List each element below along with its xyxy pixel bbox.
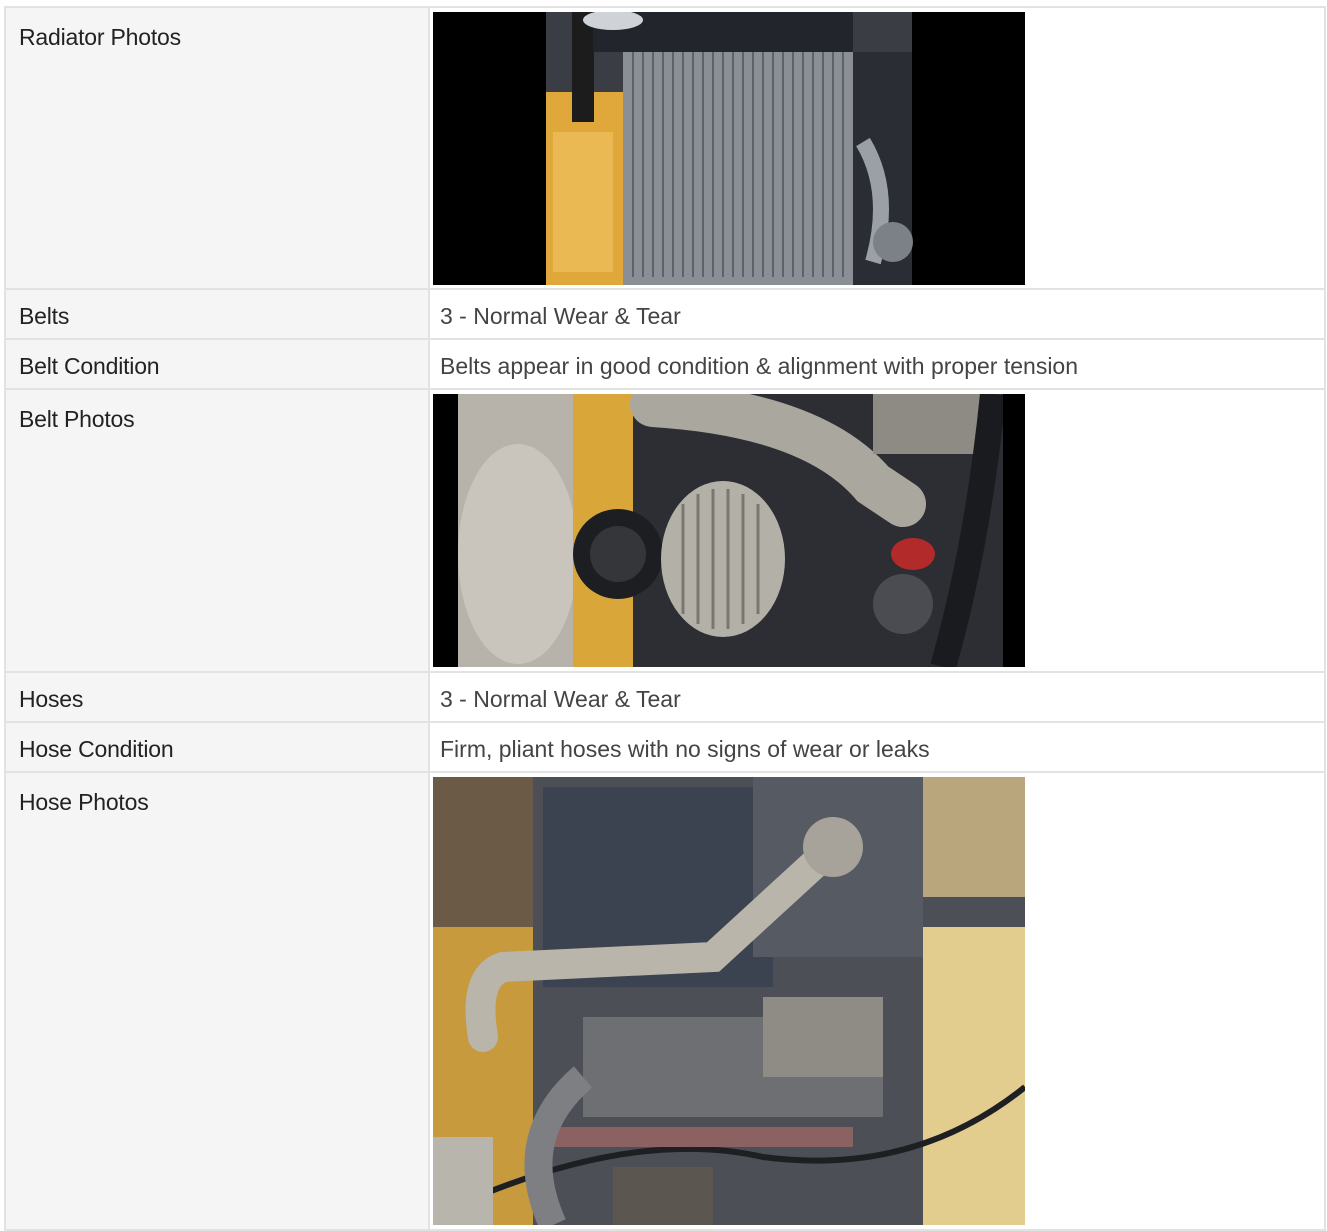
belt-photos-label: Belt Photos — [4, 388, 430, 673]
belts-value: 3 - Normal Wear & Tear — [428, 288, 1326, 340]
radiator-photos-cell — [428, 6, 1326, 290]
belt-photo[interactable] — [433, 394, 1025, 667]
radiator-photos-label: Radiator Photos — [4, 6, 430, 290]
radiator-photo[interactable] — [433, 12, 1025, 285]
belt-condition-label: Belt Condition — [4, 338, 430, 390]
table-row: Radiator Photos — [4, 6, 1326, 290]
hose-photo[interactable] — [433, 777, 1025, 1225]
hose-condition-label: Hose Condition — [4, 721, 430, 773]
table-row: Belt Photos — [4, 388, 1326, 673]
inspection-table: Radiator Photos Belts 3 - Normal Wear & … — [4, 6, 1326, 1231]
table-row: Hoses 3 - Normal Wear & Tear — [4, 671, 1326, 723]
table-row: Belt Condition Belts appear in good cond… — [4, 338, 1326, 390]
hose-condition-value: Firm, pliant hoses with no signs of wear… — [428, 721, 1326, 773]
hose-photos-cell — [428, 771, 1326, 1231]
belts-label: Belts — [4, 288, 430, 340]
hoses-value: 3 - Normal Wear & Tear — [428, 671, 1326, 723]
table-row: Hose Condition Firm, pliant hoses with n… — [4, 721, 1326, 773]
belt-condition-value: Belts appear in good condition & alignme… — [428, 338, 1326, 390]
hoses-label: Hoses — [4, 671, 430, 723]
belt-photos-cell — [428, 388, 1326, 673]
hose-photos-label: Hose Photos — [4, 771, 430, 1231]
table-row: Belts 3 - Normal Wear & Tear — [4, 288, 1326, 340]
table-row: Hose Photos — [4, 771, 1326, 1231]
